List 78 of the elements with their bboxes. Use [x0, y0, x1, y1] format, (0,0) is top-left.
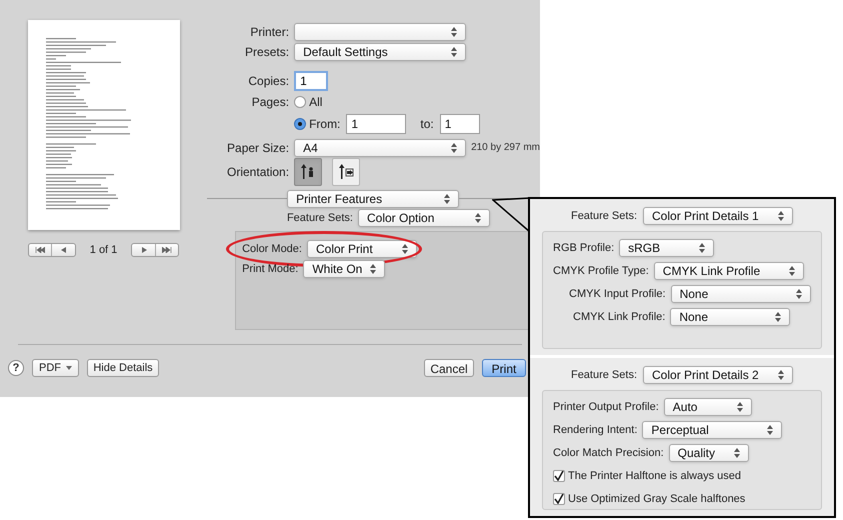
- page-indicator: 1 of 1: [90, 243, 118, 258]
- popup-menu[interactable]: Color Print: [306, 240, 417, 258]
- checkbox[interactable]: [553, 493, 565, 505]
- checkmark-icon: [554, 494, 564, 504]
- stepper-arrows-icon: [778, 211, 784, 221]
- pdf-menu-button[interactable]: PDF: [32, 359, 79, 377]
- stepper-arrows-icon: [778, 370, 784, 380]
- copies-field[interactable]: 1: [294, 71, 328, 92]
- cancel-button[interactable]: Cancel: [424, 359, 474, 377]
- stepper-arrows-icon: [451, 142, 458, 153]
- field-label: Pages:: [250, 94, 290, 112]
- first-page-icon: [35, 247, 46, 254]
- text-field[interactable]: 1: [440, 114, 480, 134]
- field-label: Print Mode:: [242, 262, 298, 277]
- popup-menu[interactable]: Color Print Details 1: [643, 207, 794, 225]
- field-label: RGB Profile:: [553, 240, 614, 256]
- stepper-arrows-icon: [736, 402, 743, 412]
- popup-menu[interactable]: Color Print Details 2: [643, 366, 794, 384]
- field-label: Feature Sets:: [570, 208, 638, 224]
- stepper-arrows-icon: [699, 243, 706, 253]
- field-label: Printer:: [249, 24, 290, 41]
- field-label: Feature Sets:: [286, 210, 353, 226]
- popup-menu[interactable]: sRGB: [619, 239, 714, 257]
- field-label: to:: [420, 116, 434, 134]
- radio-option[interactable]: From:: [294, 115, 340, 134]
- print-button[interactable]: Print: [482, 359, 526, 377]
- field-label: Feature Sets:: [570, 368, 638, 383]
- stepper-arrows-icon: [775, 312, 782, 322]
- stepper-arrows-icon: [767, 425, 774, 435]
- field-label: Paper Size:: [226, 140, 290, 157]
- popup-menu[interactable]: White On: [303, 260, 386, 278]
- stepper-arrows-icon: [475, 212, 481, 223]
- field-label: Orientation:: [226, 164, 290, 182]
- paper-dimensions: 210 by 297 mm: [471, 141, 540, 156]
- caret-icon: [66, 366, 72, 370]
- stepper-arrows-icon: [444, 194, 450, 204]
- field-label: Copies:: [247, 73, 290, 90]
- checkbox[interactable]: [553, 470, 565, 482]
- popup-menu[interactable]: None: [670, 285, 811, 303]
- page-nav-buttons[interactable]: [28, 243, 76, 258]
- stepper-arrows-icon: [451, 27, 458, 37]
- popup-menu[interactable]: Auto: [664, 398, 752, 416]
- checkmark-icon: [554, 471, 564, 481]
- radio-button[interactable]: [294, 118, 306, 130]
- popup-menu[interactable]: CMYK Link Profile: [654, 262, 804, 280]
- help-button[interactable]: ?: [8, 360, 24, 376]
- hide-details-button[interactable]: Hide Details: [87, 359, 159, 377]
- stepper-arrows-icon: [370, 264, 376, 274]
- previous-page-icon: [58, 247, 69, 254]
- popup-menu[interactable]: Printer Features: [287, 190, 460, 208]
- popup-menu[interactable]: A4: [294, 138, 466, 157]
- last-page-icon: [162, 247, 172, 254]
- text-field[interactable]: 1: [346, 114, 406, 134]
- field-label: CMYK Profile Type:: [553, 264, 649, 279]
- stepper-arrows-icon: [796, 289, 802, 299]
- portrait-orientation-button[interactable]: [294, 158, 322, 186]
- page-nav-buttons[interactable]: [131, 243, 180, 258]
- field-label: CMYK Link Profile:: [573, 310, 666, 325]
- field-label: CMYK Input Profile:: [569, 286, 666, 302]
- field-label: Presets:: [244, 44, 290, 62]
- popup-menu[interactable]: None: [670, 308, 790, 326]
- field-label: Color Mode:: [242, 242, 302, 257]
- stepper-arrows-icon: [788, 266, 795, 276]
- popup-menu[interactable]: Perceptual: [642, 421, 782, 439]
- popup-menu[interactable]: Default Settings: [294, 43, 466, 62]
- stepper-arrows-icon: [734, 448, 740, 458]
- stepper-arrows-icon: [451, 47, 458, 58]
- stepper-arrows-icon: [402, 244, 408, 254]
- radio-button[interactable]: [294, 96, 306, 108]
- popup-menu[interactable]: Quality: [668, 444, 749, 462]
- landscape-orientation-button[interactable]: [332, 158, 360, 186]
- field-label: Rendering Intent:: [553, 422, 638, 438]
- field-label: Color Match Precision:: [553, 446, 664, 461]
- popup-menu[interactable]: Color Option: [358, 208, 490, 227]
- radio-option[interactable]: All: [294, 93, 322, 112]
- field-label: Printer Output Profile:: [553, 400, 659, 415]
- checkbox-option[interactable]: Use Optimized Gray Scale halftones: [553, 489, 811, 509]
- checkbox-option[interactable]: The Printer Halftone is always used: [553, 466, 811, 486]
